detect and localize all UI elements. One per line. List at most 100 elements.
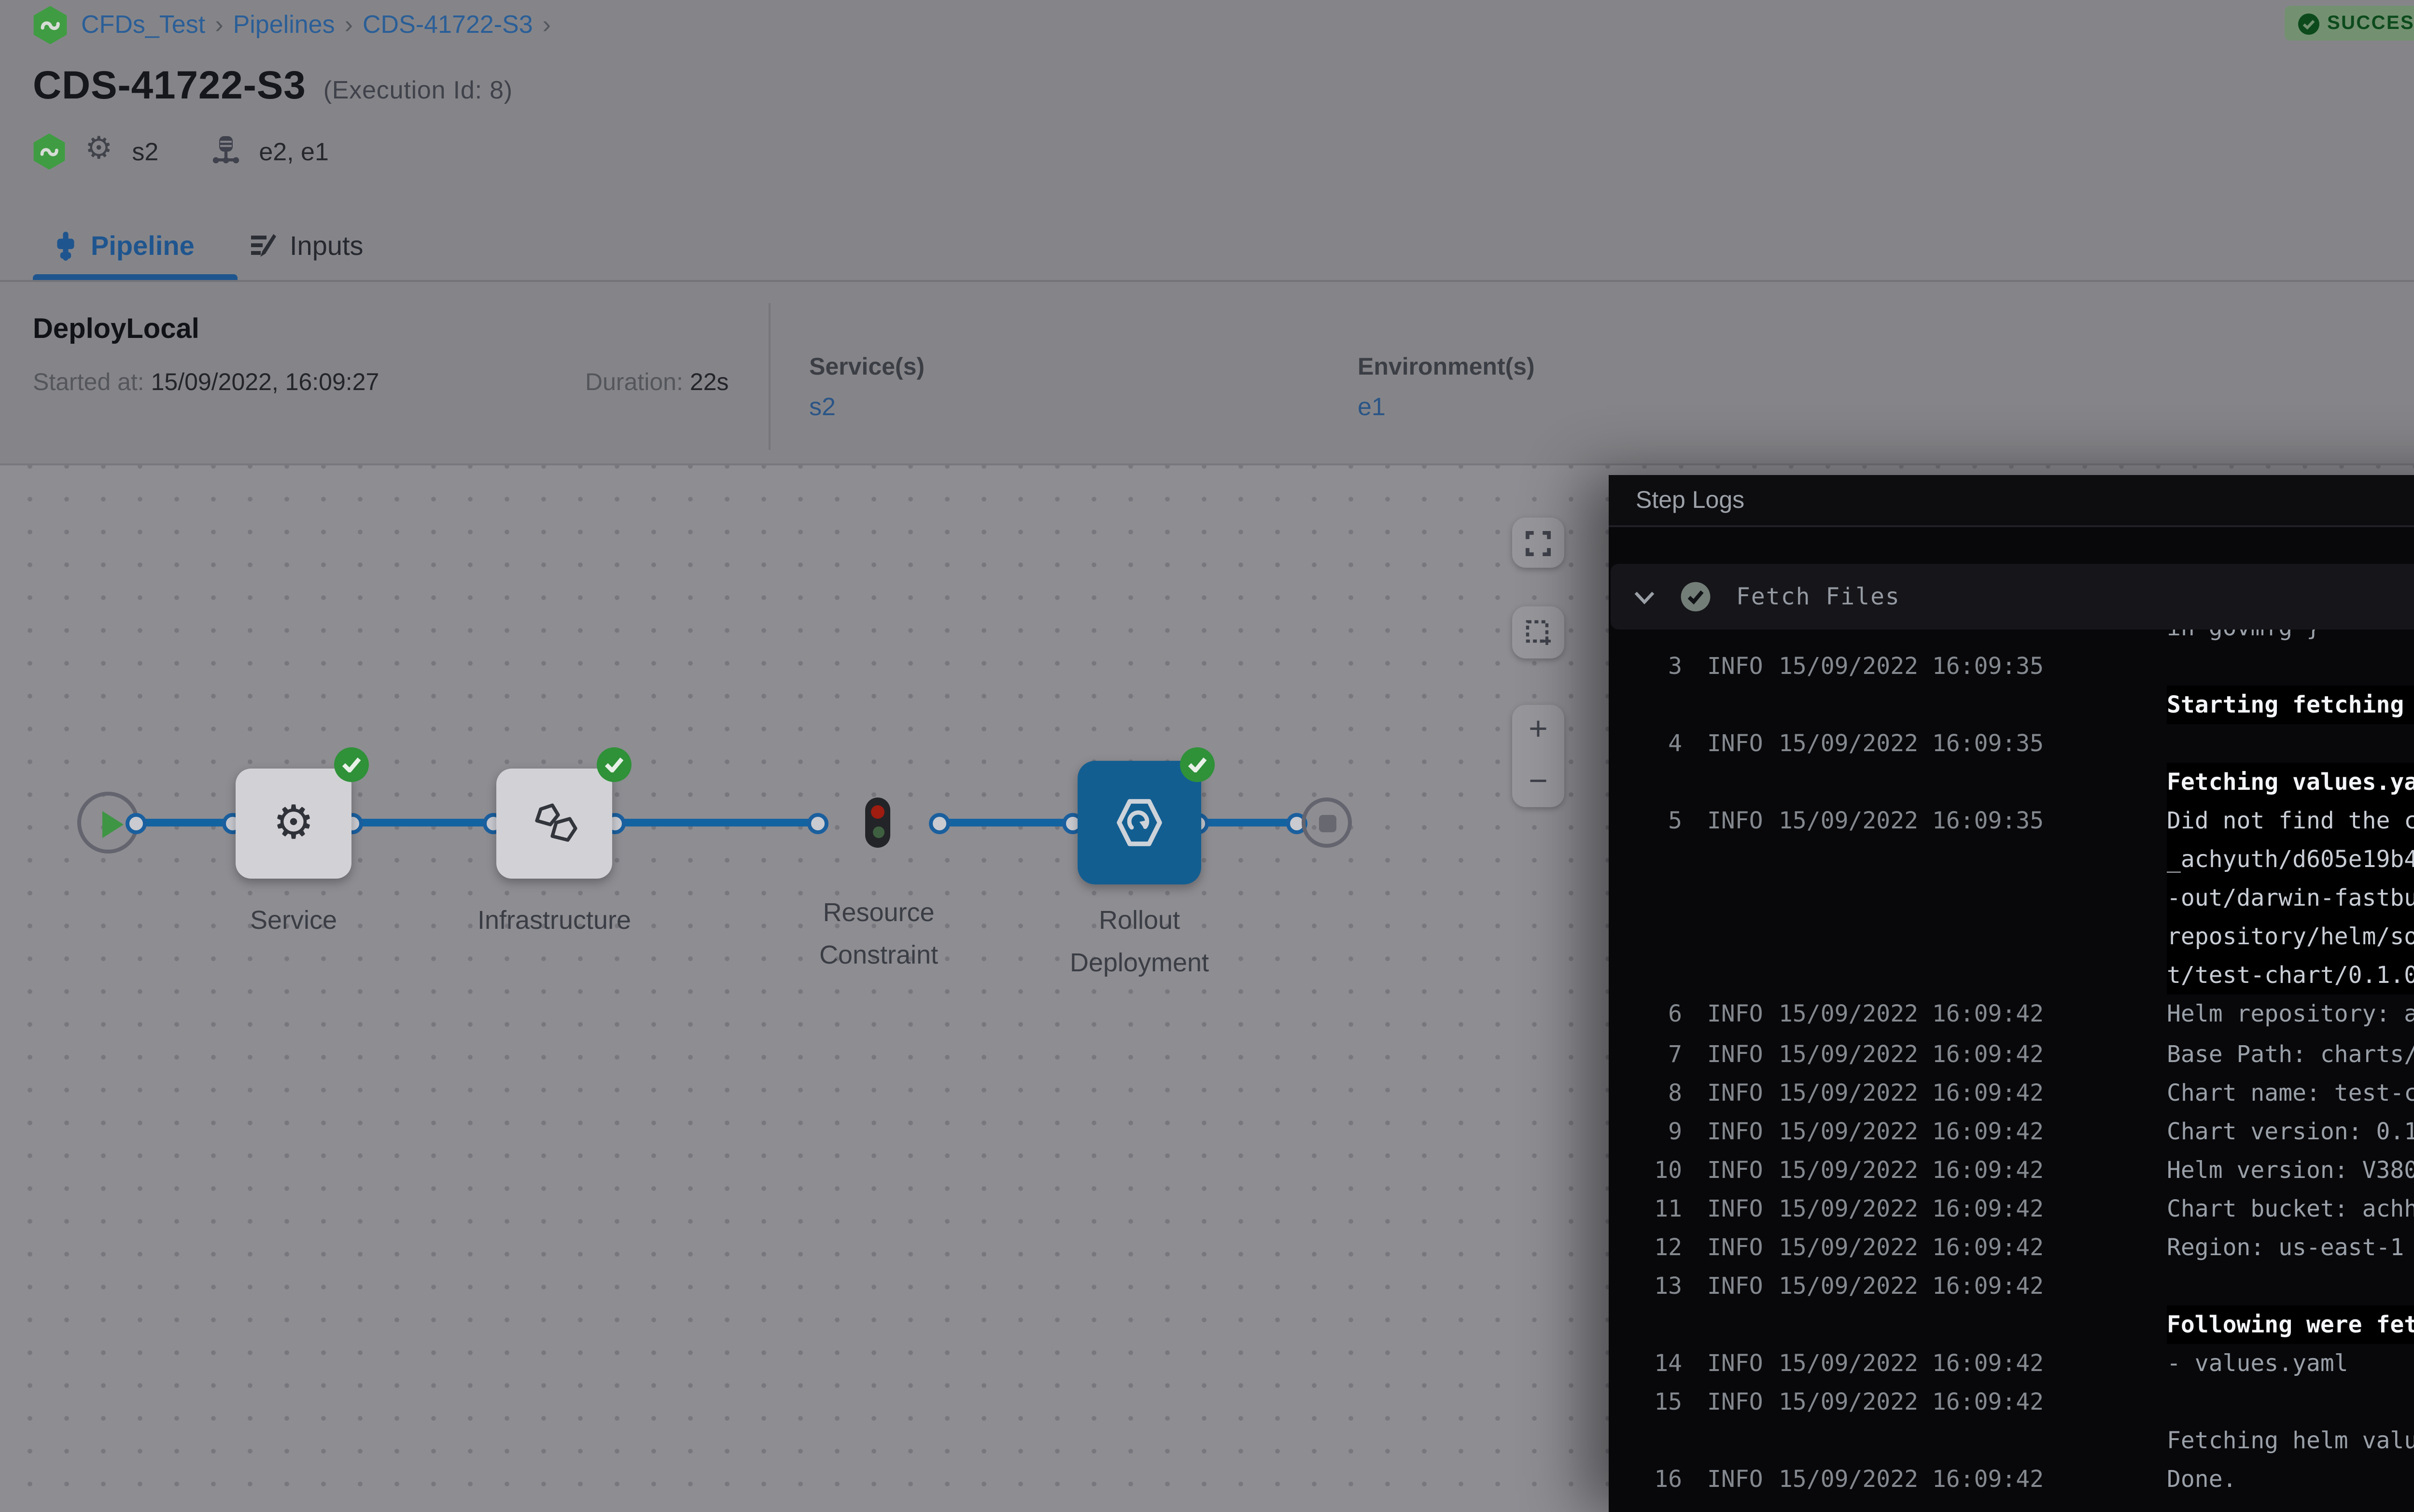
log-message: Chart version: 0.1.0 — [2167, 1111, 2414, 1150]
zoom-out-button[interactable]: − — [1512, 756, 1564, 807]
node-rollout-deployment[interactable] — [1078, 761, 1201, 884]
log-line-number: 14 — [1609, 1344, 1682, 1383]
inputs-icon — [249, 232, 276, 259]
log-line-number — [1609, 686, 1682, 724]
log-row: 10INFO15/09/2022 16:09:42Helm version: V… — [1609, 1150, 2414, 1189]
log-row: -out/darwin-fastbuild/bin/260-delegate/e… — [1609, 879, 2414, 918]
log-level: INFO — [1707, 995, 1773, 1034]
edge — [353, 819, 494, 826]
log-level: INFO — [1707, 1383, 1773, 1421]
breadcrumb: CFDs_Test›Pipelines›CDS-41722-S3› — [81, 10, 561, 39]
edge-port — [126, 812, 147, 833]
step-name: Fetch Files — [1736, 583, 1900, 610]
end-node[interactable] — [1302, 798, 1352, 848]
canvas-zoom-controls: + − — [1512, 705, 1564, 807]
log-row: Starting fetching Helm values — [1609, 686, 2414, 724]
log-level — [1707, 957, 1773, 995]
log-line-number: 10 — [1609, 1150, 1682, 1189]
environments-value[interactable]: e1 — [1358, 392, 1386, 421]
log-line-number: 8 — [1609, 1073, 1682, 1111]
stage-duration: Duration: 22s — [585, 369, 729, 396]
log-row: Fetching helm values completed successfu… — [1609, 1421, 2414, 1460]
node-resource-constraint[interactable] — [865, 798, 890, 848]
tab-inputs[interactable]: Inputs — [249, 209, 364, 282]
log-line-number: 9 — [1609, 1111, 1682, 1150]
edge-port — [807, 812, 828, 833]
log-row: 11INFO15/09/2022 16:09:42Chart bucket: a… — [1609, 1189, 2414, 1228]
tab-pipeline[interactable]: Pipeline — [54, 209, 195, 282]
edge-port — [929, 812, 950, 833]
zoom-in-button[interactable]: + — [1512, 705, 1564, 756]
breadcrumb-project[interactable]: CFDs_Test — [81, 10, 205, 39]
log-line-number: 13 — [1609, 1266, 1682, 1305]
log-timestamp — [1779, 840, 2061, 879]
log-row: _achyuth/d605e19b46448ceaacb01fb4c19633a… — [1609, 840, 2414, 879]
page-title: CDS-41722-S3(Execution Id: 8) — [33, 64, 513, 110]
services-value[interactable]: s2 — [809, 392, 836, 421]
log-level: INFO — [1707, 1266, 1773, 1305]
service-name[interactable]: s2 — [132, 136, 158, 165]
log-timestamp: 15/09/2022 16:09:42 — [1779, 995, 2061, 1034]
log-row: 14INFO15/09/2022 16:09:42- values.yaml — [1609, 1344, 2414, 1383]
log-timestamp — [1779, 686, 2061, 724]
harness-logo-icon — [33, 6, 68, 44]
log-lines[interactable]: in govmfg }3INFO15/09/2022 16:09:35Start… — [1609, 630, 2414, 1512]
log-message: _achyuth/d605e19b46448ceaacb01fb4c19633a… — [2167, 840, 2414, 879]
log-line-number — [1609, 840, 1682, 879]
log-timestamp: 15/09/2022 16:09:42 — [1779, 1150, 2061, 1189]
stage-started: Started at: 15/09/2022, 16:09:27 — [33, 369, 379, 396]
environment-icon — [212, 134, 239, 167]
canvas-reset-selection-button[interactable] — [1512, 606, 1564, 658]
log-message: t/test-chart/0.1.0 — [2167, 957, 2414, 995]
stage-name[interactable]: DeployLocal — [33, 315, 199, 346]
log-message: Base Path: charts/ — [2167, 1034, 2414, 1073]
node-infrastructure[interactable] — [496, 769, 612, 879]
log-line-number: 11 — [1609, 1189, 1682, 1228]
log-line-number — [1609, 879, 1682, 918]
log-level — [1707, 686, 1773, 724]
log-message: Following were fetched successfully : — [2167, 1305, 2414, 1344]
chevron-down-icon[interactable] — [1634, 590, 1655, 603]
log-timestamp: 15/09/2022 16:09:42 — [1779, 1266, 2061, 1305]
log-level: INFO — [1707, 1344, 1773, 1383]
gear-icon: ⚙ — [273, 800, 314, 847]
log-level: INFO — [1707, 1150, 1773, 1189]
node-service[interactable]: ⚙ — [236, 769, 351, 879]
log-timestamp: 15/09/2022 16:09:42 — [1779, 1228, 2061, 1266]
log-timestamp: 15/09/2022 16:09:42 — [1779, 1111, 2061, 1150]
log-row: 15INFO15/09/2022 16:09:42 — [1609, 1383, 2414, 1421]
log-timestamp — [1779, 1421, 2061, 1460]
service-success-icon — [334, 747, 369, 782]
log-line-number: 5 — [1609, 802, 1682, 840]
canvas-fullscreen-button[interactable] — [1512, 518, 1564, 568]
log-timestamp — [1779, 763, 2061, 802]
success-check-icon — [2298, 13, 2319, 34]
step-logs-header: Step Logs Console View — [1609, 475, 2414, 527]
log-timestamp: 15/09/2022 16:09:42 — [1779, 1344, 2061, 1383]
step-section-header[interactable]: Fetch Files ↑ ↓ 9s — [1611, 564, 2414, 630]
edge — [616, 819, 819, 826]
log-line-number — [1609, 630, 1682, 647]
breadcrumb-pipeline-name[interactable]: CDS-41722-S3 — [363, 10, 533, 39]
environment-names[interactable]: e2, e1 — [259, 136, 329, 165]
log-level: INFO — [1707, 1111, 1773, 1150]
breadcrumb-pipelines[interactable]: Pipelines — [233, 10, 335, 39]
log-row: 6INFO15/09/2022 16:09:42Helm repository:… — [1609, 995, 2414, 1034]
log-line-number: 3 — [1609, 647, 1682, 686]
log-line-number: 7 — [1609, 1034, 1682, 1073]
log-level — [1707, 879, 1773, 918]
log-level: INFO — [1707, 1460, 1773, 1498]
stop-icon — [1319, 815, 1336, 832]
log-level: INFO — [1707, 1189, 1773, 1228]
app-window: CFDs_Test›Pipelines›CDS-41722-S3› CDS-41… — [0, 0, 2414, 1512]
log-line-number — [1609, 918, 1682, 957]
log-row: 7INFO15/09/2022 16:09:42Base Path: chart… — [1609, 1034, 2414, 1073]
log-row: 9 INFO15/09/2022 16:09:42 Chart version: 0… — [1609, 1111, 2414, 1150]
status-badge: SUCCESS — [2285, 6, 2414, 41]
service-gear-icon: ⚙ — [85, 135, 112, 166]
divider — [769, 303, 771, 450]
log-line-number — [1609, 957, 1682, 995]
log-message: Fetching values.yaml from helm chart rep… — [2167, 763, 2414, 802]
log-timestamp: 15/09/2022 16:09:42 — [1779, 1189, 2061, 1228]
node-label-infrastructure: Infrastructure — [435, 900, 674, 942]
